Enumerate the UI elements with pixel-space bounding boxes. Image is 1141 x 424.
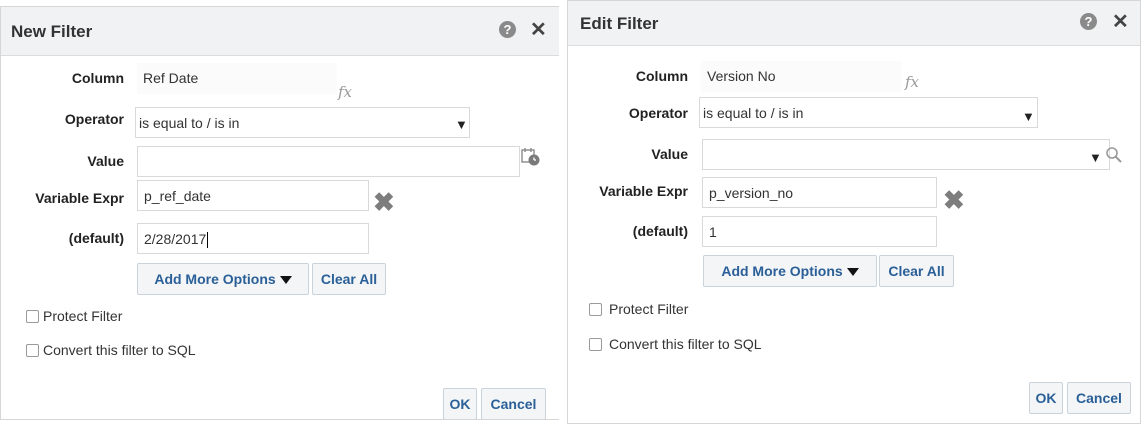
column-value: Ref Date: [137, 63, 337, 94]
value-label: Value: [651, 146, 688, 162]
dropdown-arrow-icon[interactable]: ▼: [455, 117, 468, 132]
fx-icon[interactable]: fx: [338, 83, 352, 101]
value-label: Value: [87, 153, 124, 169]
chevron-down-icon: [279, 276, 292, 285]
convert-sql-label[interactable]: Convert this filter to SQL: [43, 342, 196, 358]
default-input[interactable]: 2/28/2017: [137, 223, 369, 254]
chevron-down-icon: [846, 268, 859, 277]
variable-expr-label: Variable Expr: [35, 190, 124, 206]
convert-sql-checkbox[interactable]: [589, 338, 602, 351]
ok-button[interactable]: OK: [443, 388, 477, 419]
dialog-title: Edit Filter: [580, 14, 659, 33]
dropdown-arrow-icon[interactable]: ▼: [1022, 109, 1035, 124]
operator-label: Operator: [628, 105, 688, 121]
dialog-titlebar: Edit Filter ? ✕: [568, 1, 1140, 46]
column-label: Column: [71, 70, 124, 86]
default-value: 2/28/2017: [144, 231, 207, 247]
column-label: Column: [635, 68, 688, 84]
text-cursor: [207, 232, 209, 249]
dialog-titlebar: New Filter ? ✕: [1, 7, 559, 56]
protect-filter-checkbox[interactable]: [26, 310, 39, 323]
search-icon[interactable]: [1105, 146, 1123, 164]
clear-all-button[interactable]: Clear All: [312, 263, 386, 295]
new-filter-dialog: New Filter ? ✕ Column Ref Date fx Operat…: [0, 6, 559, 420]
clear-x-icon[interactable]: ✖: [373, 189, 395, 215]
edit-filter-dialog: Edit Filter ? ✕ Column Version No fx Ope…: [567, 0, 1141, 424]
cancel-button[interactable]: Cancel: [481, 388, 546, 419]
value-input[interactable]: [702, 139, 1110, 170]
cancel-button[interactable]: Cancel: [1067, 382, 1131, 414]
calendar-icon[interactable]: [521, 147, 541, 167]
operator-value: is equal to / is in: [139, 115, 240, 131]
close-icon[interactable]: ✕: [530, 20, 547, 40]
protect-filter-checkbox[interactable]: [589, 303, 602, 316]
fx-icon[interactable]: fx: [905, 73, 919, 91]
protect-filter-label[interactable]: Protect Filter: [43, 308, 122, 324]
add-more-options-button[interactable]: Add More Options: [703, 255, 877, 287]
dialog-title: New Filter: [11, 22, 93, 41]
column-value: Version No: [701, 61, 901, 92]
default-label: (default): [632, 223, 688, 239]
default-label: (default): [68, 230, 124, 246]
protect-filter-label[interactable]: Protect Filter: [609, 301, 688, 317]
close-icon[interactable]: ✕: [1112, 12, 1129, 32]
operator-select[interactable]: is equal to / is in: [699, 97, 1038, 128]
operator-value: is equal to / is in: [703, 105, 804, 121]
operator-label: Operator: [64, 111, 124, 127]
add-more-options-label: Add More Options: [721, 263, 843, 279]
convert-sql-label[interactable]: Convert this filter to SQL: [609, 336, 762, 352]
default-input[interactable]: 1: [702, 216, 937, 247]
value-input[interactable]: [137, 146, 520, 177]
operator-select[interactable]: is equal to / is in: [135, 107, 470, 138]
clear-all-button[interactable]: Clear All: [879, 255, 954, 287]
add-more-options-label: Add More Options: [154, 271, 276, 287]
clear-x-icon[interactable]: ✖: [943, 187, 965, 213]
help-icon[interactable]: ?: [499, 21, 516, 38]
dropdown-arrow-icon[interactable]: ▼: [1089, 150, 1102, 165]
convert-sql-checkbox[interactable]: [26, 344, 39, 357]
variable-expr-label: Variable Expr: [599, 183, 688, 199]
add-more-options-button[interactable]: Add More Options: [137, 263, 309, 295]
ok-button[interactable]: OK: [1029, 382, 1063, 414]
variable-expr-input[interactable]: p_ref_date: [137, 180, 369, 211]
help-icon[interactable]: ?: [1080, 13, 1097, 30]
variable-expr-input[interactable]: p_version_no: [702, 177, 937, 208]
